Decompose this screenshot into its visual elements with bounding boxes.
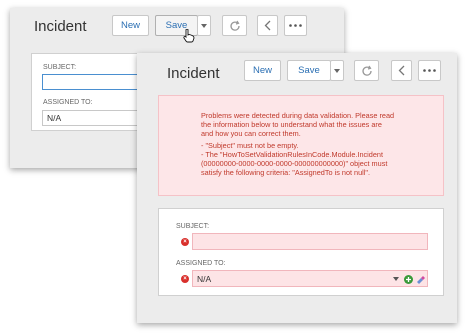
error-icon: × xyxy=(181,238,189,246)
add-icon[interactable] xyxy=(404,275,413,284)
new-button[interactable]: New xyxy=(244,60,281,81)
assigned-to-label: ASSIGNED TO: xyxy=(176,260,226,267)
more-icon xyxy=(289,24,302,27)
chevron-down-icon xyxy=(201,23,207,28)
dropdown-arrow-icon[interactable] xyxy=(393,277,399,281)
refresh-icon xyxy=(361,65,372,76)
more-button[interactable] xyxy=(418,60,441,81)
save-options-button[interactable] xyxy=(330,60,344,81)
refresh-icon xyxy=(229,20,240,31)
detail-panel: SUBJECT: × ASSIGNED TO: × N/A xyxy=(158,208,444,296)
assigned-to-label: ASSIGNED TO: xyxy=(43,99,93,106)
subject-field[interactable] xyxy=(192,233,428,250)
chevron-left-icon xyxy=(398,65,405,76)
front-window: Incident New Save Problems were detected… xyxy=(137,53,457,323)
assigned-to-value: N/A xyxy=(197,273,212,284)
error-intro-line: and how you can correct them. xyxy=(201,129,301,138)
more-icon xyxy=(423,69,436,72)
refresh-button[interactable] xyxy=(222,15,247,36)
back-button[interactable] xyxy=(257,15,278,36)
save-options-button[interactable] xyxy=(197,15,211,36)
error-item: - The "HowToSetValidationRulesInCode.Mod… xyxy=(201,150,384,159)
error-icon: × xyxy=(181,275,189,283)
page-title: Incident xyxy=(34,18,87,35)
more-button[interactable] xyxy=(284,15,307,36)
page-title: Incident xyxy=(167,65,220,82)
refresh-button[interactable] xyxy=(354,60,379,81)
new-button[interactable]: New xyxy=(112,15,149,36)
validation-error-panel: Problems were detected during data valid… xyxy=(158,95,444,196)
back-button[interactable] xyxy=(391,60,412,81)
error-item: satisfy the following criteria: "Assigne… xyxy=(201,168,371,177)
clear-icon[interactable] xyxy=(416,275,425,284)
error-item: (00000000-0000-0000-0000-000000000000)" … xyxy=(201,159,388,168)
save-button[interactable]: Save xyxy=(287,60,331,81)
chevron-down-icon xyxy=(334,68,340,73)
hand-cursor-icon xyxy=(183,29,195,43)
error-item: - "Subject" must not be empty. xyxy=(201,141,299,150)
subject-label: SUBJECT: xyxy=(43,64,77,71)
subject-label: SUBJECT: xyxy=(176,223,210,230)
error-intro-line: the information below to understand what… xyxy=(201,120,382,129)
error-intro-line: Problems were detected during data valid… xyxy=(201,111,395,120)
chevron-left-icon xyxy=(264,20,271,31)
